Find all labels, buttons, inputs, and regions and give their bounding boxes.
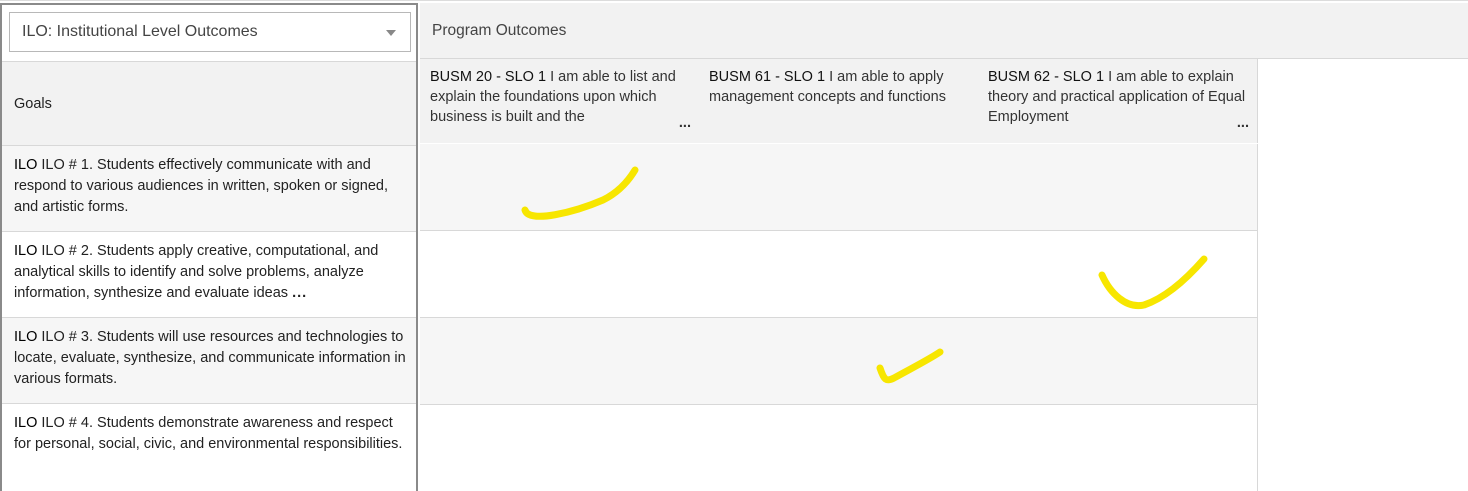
goal-tag: ILO (14, 243, 38, 259)
outcome-code: BUSM 20 - SLO 1 (430, 69, 547, 85)
goal-row[interactable]: ILO ILO # 1. Students effectively commun… (2, 145, 416, 231)
program-outcomes-header: Program Outcomes (420, 3, 1468, 59)
program-outcome-header[interactable]: BUSM 20 - SLO 1 I am able to list and ex… (420, 59, 700, 143)
goal-text: ILO # 1. Students effectively communicat… (14, 157, 388, 215)
goal-tag: ILO (14, 329, 38, 345)
mapping-cell[interactable] (420, 231, 700, 318)
more-ellipsis[interactable]: ... (292, 285, 307, 301)
outcome-level-select[interactable]: ILO: Institutional Level Outcomes (9, 12, 411, 52)
checkmark-icon (521, 166, 639, 220)
mapping-cell[interactable] (699, 231, 979, 318)
more-ellipsis[interactable]: ... (1232, 113, 1249, 133)
goals-panel: ILO: Institutional Level Outcomes Goals … (0, 3, 418, 491)
more-ellipsis[interactable]: ... (674, 113, 691, 133)
checkmark-icon (1098, 255, 1208, 310)
program-outcome-header[interactable]: BUSM 62 - SLO 1 I am able to explain the… (978, 59, 1258, 143)
mapping-cell[interactable] (978, 144, 1258, 231)
goal-text: ILO # 3. Students will use resources and… (14, 329, 406, 387)
goal-row[interactable]: ILO ILO # 4. Students demonstrate awaren… (2, 403, 416, 489)
program-outcome-header[interactable]: BUSM 61 - SLO 1 I am able to apply manag… (699, 59, 979, 143)
goal-text: ILO # 4. Students demonstrate awareness … (14, 415, 403, 452)
outcome-code: BUSM 62 - SLO 1 (988, 69, 1105, 85)
goal-row[interactable]: ILO ILO # 2. Students apply creative, co… (2, 231, 416, 317)
caret-down-icon[interactable] (386, 30, 396, 36)
checkmark-icon (876, 348, 944, 384)
mapping-cell[interactable] (978, 318, 1258, 405)
top-divider (0, 0, 1468, 1)
mapping-cell[interactable] (420, 405, 700, 491)
goal-tag: ILO (14, 157, 38, 173)
mapping-cell[interactable] (978, 405, 1258, 491)
goal-tag: ILO (14, 415, 38, 431)
goal-text: ILO # 2. Students apply creative, comput… (14, 243, 379, 301)
mapping-cell[interactable] (420, 318, 700, 405)
goal-row[interactable]: ILO ILO # 3. Students will use resources… (2, 317, 416, 403)
outcome-level-select-value: ILO: Institutional Level Outcomes (22, 23, 258, 40)
goals-column-header: Goals (2, 61, 416, 145)
outcome-code: BUSM 61 - SLO 1 (709, 69, 826, 85)
mapping-cell[interactable] (699, 144, 979, 231)
mapping-cell[interactable] (699, 405, 979, 491)
